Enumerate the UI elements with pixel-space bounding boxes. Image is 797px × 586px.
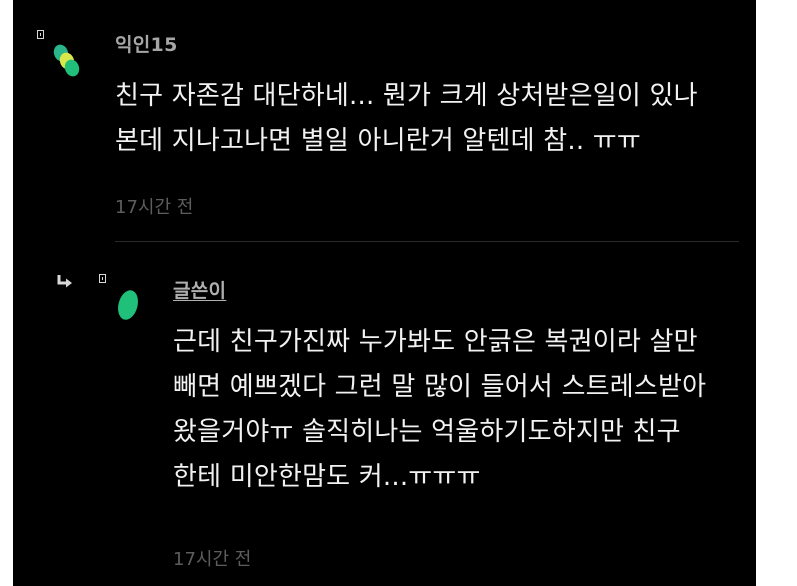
- flag-icon[interactable]: [99, 274, 106, 283]
- author-avatar[interactable]: [114, 287, 142, 323]
- reply-item: 글쓴이 근데 친구가진짜 누가봐도 안긁은 복권이라 살만 빼면 예쁘겠다 그런…: [13, 0, 756, 586]
- comment-panel: 익인15 친구 자존감 대단하네... 뭔가 크게 상처받은일이 있나 본데 지…: [13, 0, 756, 586]
- reply-time: 17시간 전: [173, 549, 252, 570]
- reply-content: 근데 친구가진짜 누가봐도 안긁은 복권이라 살만 빼면 예쁘겠다 그런 말 많…: [173, 327, 707, 492]
- reply-nickname[interactable]: 글쓴이: [173, 276, 226, 303]
- reply-arrow-icon: [57, 275, 72, 288]
